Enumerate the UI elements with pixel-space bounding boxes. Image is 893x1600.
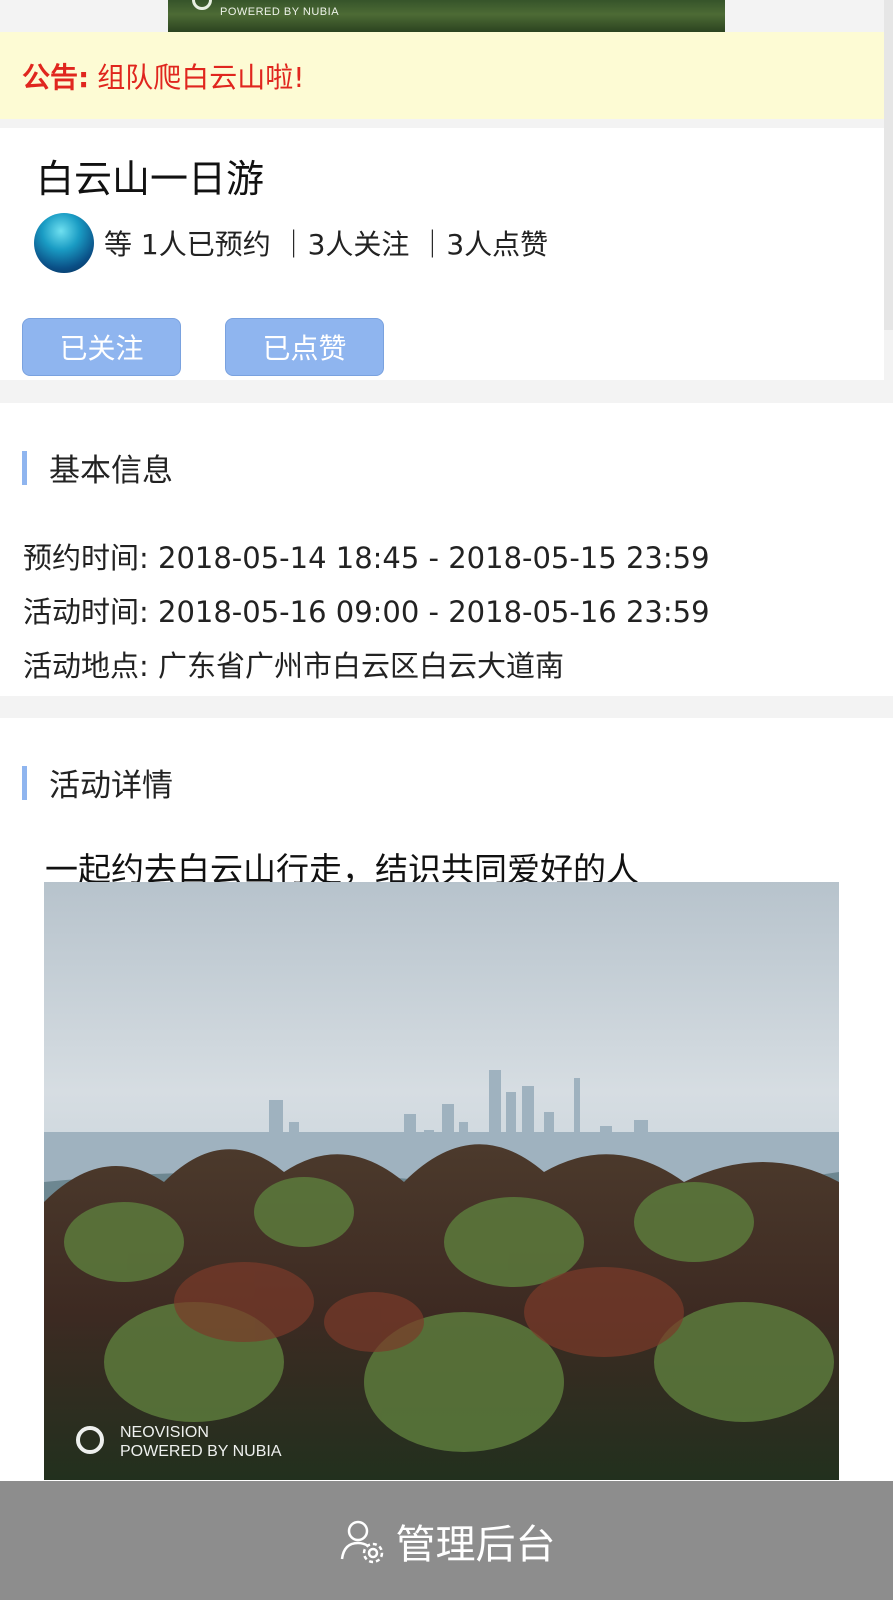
details-heading: 活动详情 [49,768,173,804]
banner-watermark: POWERED BY NUBIA [220,6,340,18]
notice-text: 组队爬白云山啦! [97,60,305,94]
photo-watermark-line2: POWERED BY NUBIA [120,1443,282,1460]
activity-photo: NEOVISION POWERED BY NUBIA [44,882,839,1480]
section-accent-bar [22,765,27,800]
avatar[interactable] [34,213,94,273]
admin-settings-icon [340,1520,383,1563]
mountain-photo-image [44,882,839,1480]
neovision-logo-icon [192,0,212,10]
admin-bar[interactable]: 管理后台 [0,1481,893,1600]
notice-bar: 公告: 组队爬白云山啦! [0,32,893,119]
basic-info-heading: 基本信息 [49,453,173,489]
event-title: 白云山一日游 [36,157,265,201]
event-stats: 等 1人已预约 ｜3人关注 ｜3人点赞 [104,228,549,261]
details-header: 活动详情 [22,760,173,805]
like-button[interactable]: 已点赞 [225,318,384,376]
activity-location: 活动地点: 广东省广州市白云区白云大道南 [23,649,564,683]
section-accent-bar [22,450,27,485]
scrollbar[interactable] [884,0,893,330]
booking-time: 预约时间: 2018-05-14 18:45 - 2018-05-15 23:5… [23,541,710,575]
notice-label: 公告: [22,60,90,94]
admin-label: 管理后台 [395,1521,556,1568]
top-banner-image: POWERED BY NUBIA [168,0,725,32]
basic-info-header: 基本信息 [22,445,173,490]
follow-button[interactable]: 已关注 [22,318,181,376]
event-meta: 等 1人已预约 ｜3人关注 ｜3人点赞 [34,212,548,274]
basic-info-section: 基本信息 预约时间: 2018-05-14 18:45 - 2018-05-15… [0,403,893,696]
activity-time: 活动时间: 2018-05-16 09:00 - 2018-05-16 23:5… [23,595,710,629]
photo-watermark-line1: NEOVISION [120,1424,209,1441]
